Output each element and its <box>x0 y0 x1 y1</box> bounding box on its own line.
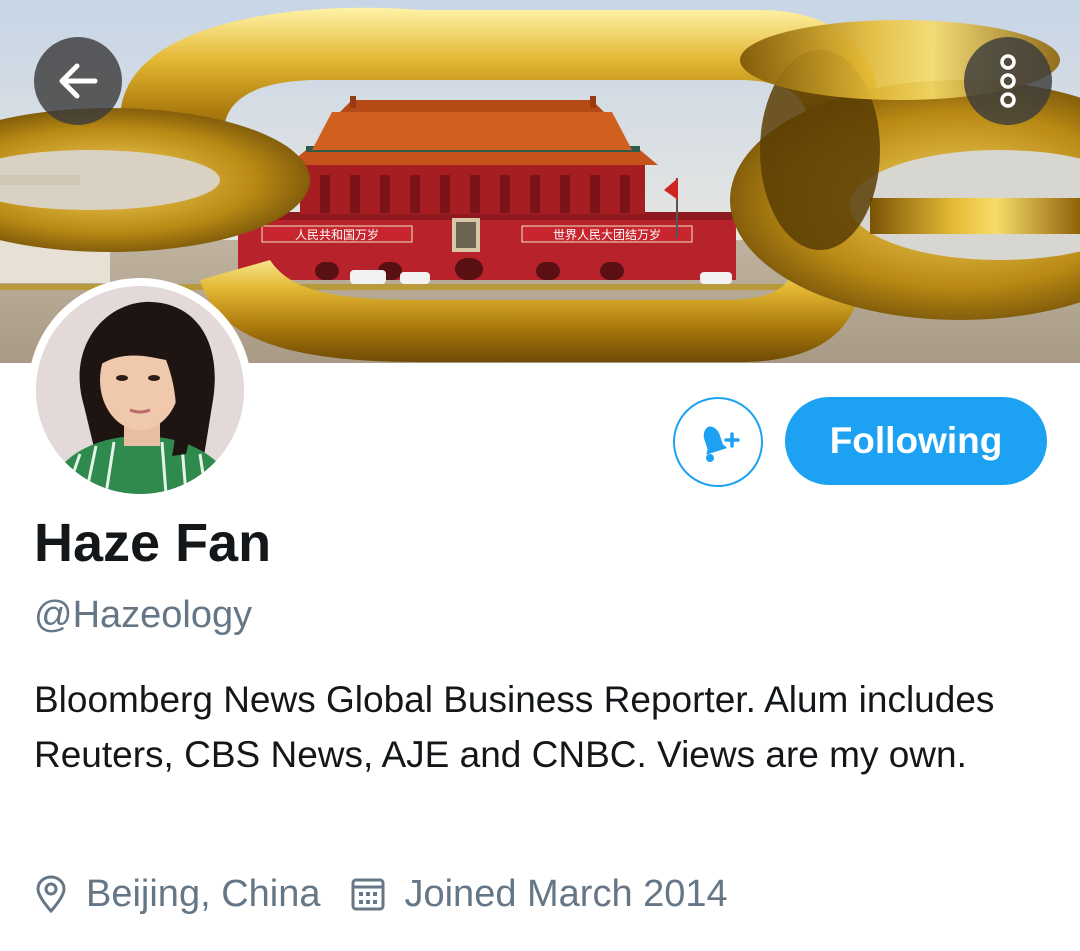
avatar[interactable] <box>28 278 252 502</box>
location-pin-icon <box>34 875 68 913</box>
joined-date-text: Joined March 2014 <box>404 872 728 915</box>
banner-sign-right: 世界人民大团结万岁 <box>553 227 661 242</box>
banner-sign-left: 人民共和国万岁 <box>295 227 379 242</box>
more-options-button[interactable] <box>964 37 1052 125</box>
profile-meta: Beijing, China Joined March 2014 <box>34 866 728 922</box>
display-name: Haze Fan <box>34 513 272 573</box>
back-button[interactable] <box>34 37 122 125</box>
location-text: Beijing, China <box>86 872 321 915</box>
profile-bio: Bloomberg News Global Business Reporter.… <box>34 679 995 775</box>
notifications-button[interactable] <box>673 397 763 487</box>
following-button[interactable]: Following <box>785 397 1047 485</box>
more-vertical-icon <box>998 53 1018 109</box>
user-handle: @Hazeology <box>34 594 253 636</box>
calendar-icon <box>350 876 386 912</box>
arrow-left-icon <box>53 56 103 106</box>
avatar-photo <box>36 286 244 494</box>
profile-page: 人民共和国万岁 世界人民大团结万岁 Following Haze Fan @Ha… <box>0 0 1080 951</box>
bell-plus-icon <box>694 420 742 464</box>
